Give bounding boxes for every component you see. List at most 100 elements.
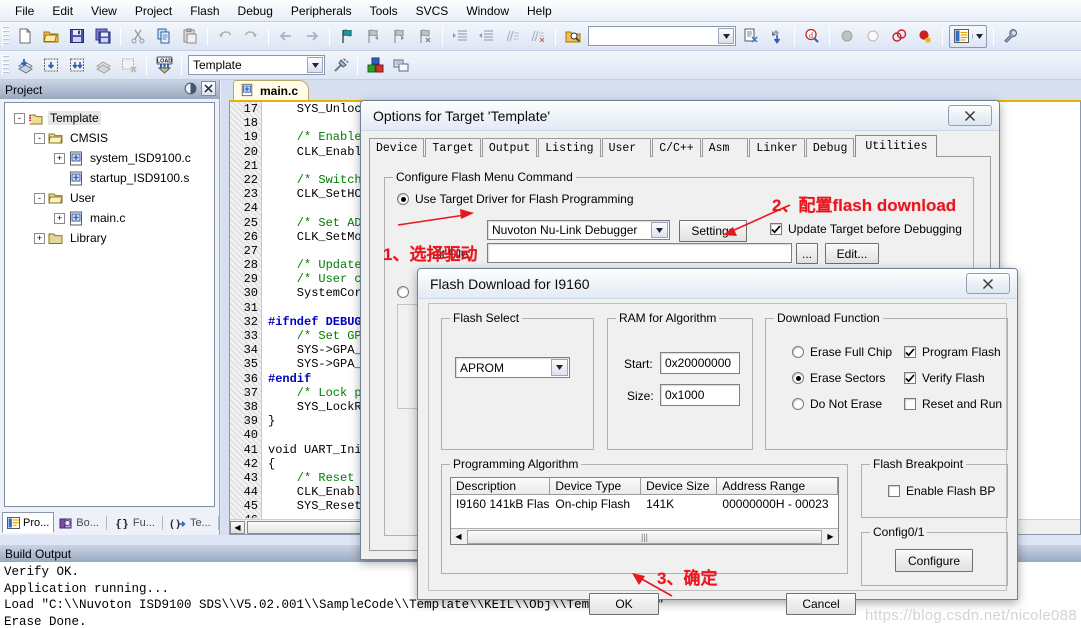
- menu-item-project[interactable]: Project: [126, 2, 181, 20]
- undo-icon[interactable]: [213, 25, 237, 48]
- find-combo[interactable]: [588, 26, 736, 46]
- table-row[interactable]: I9160 141kB Flas... On-chip Flash 141K 0…: [451, 495, 838, 512]
- tab-c-cpp[interactable]: C/C++: [652, 138, 701, 157]
- tab-device[interactable]: Device: [369, 138, 425, 157]
- menu-item-peripherals[interactable]: Peripherals: [282, 2, 361, 20]
- tab-templates[interactable]: () Te...: [165, 513, 216, 533]
- chevron-down-icon[interactable]: [307, 57, 323, 73]
- toolbar-grip[interactable]: [2, 55, 9, 75]
- cancel-button[interactable]: Cancel: [786, 593, 856, 615]
- flash-select-dropdown[interactable]: APROM: [455, 357, 570, 378]
- target-options-icon[interactable]: [328, 54, 352, 77]
- uncomment-lines-icon[interactable]: [526, 25, 550, 48]
- chevron-down-icon[interactable]: [972, 33, 986, 39]
- menu-item-help[interactable]: Help: [518, 2, 561, 20]
- erase-sectors-row[interactable]: Erase Sectors: [792, 371, 885, 385]
- menu-item-edit[interactable]: Edit: [43, 2, 82, 20]
- init-file-input[interactable]: [487, 243, 792, 263]
- chevron-down-icon[interactable]: [551, 359, 568, 376]
- use-target-driver-row[interactable]: Use Target Driver for Flash Programming: [397, 192, 634, 206]
- tab-listing[interactable]: Listing: [538, 138, 601, 157]
- bookmark-prev-icon[interactable]: [361, 25, 385, 48]
- batch-build-icon[interactable]: [91, 54, 115, 77]
- incremental-find-icon[interactable]: [765, 25, 789, 48]
- tree-item-system-isd9100-c[interactable]: + system_ISD9100.c: [8, 148, 211, 168]
- rebuild-all-icon[interactable]: [65, 54, 89, 77]
- enable-flash-bp-checkbox[interactable]: [888, 485, 900, 497]
- close-icon[interactable]: [201, 81, 216, 96]
- download-load-icon[interactable]: LOAD: [152, 54, 176, 77]
- verify-flash-row[interactable]: Verify Flash: [904, 371, 985, 385]
- reset-and-run-checkbox[interactable]: [904, 398, 916, 410]
- menu-item-svcs[interactable]: SVCS: [407, 2, 458, 20]
- manage-components-icon[interactable]: [363, 54, 387, 77]
- tree-item-main-c[interactable]: + main.c: [8, 208, 211, 228]
- tab-output[interactable]: Output: [481, 138, 538, 157]
- build-target-icon[interactable]: [39, 54, 63, 77]
- expander-icon[interactable]: -: [14, 112, 25, 124]
- scroll-right-icon[interactable]: ▶: [823, 530, 838, 544]
- window-manager-button[interactable]: [949, 24, 987, 48]
- tab-target[interactable]: Target: [425, 138, 481, 157]
- use-external-tool-radio[interactable]: [397, 286, 409, 298]
- update-target-row[interactable]: Update Target before Debugging: [770, 222, 962, 236]
- breakpoint-disabled-icon[interactable]: [835, 25, 859, 48]
- bookmark-clear-icon[interactable]: [413, 25, 437, 48]
- tree-item-cmsis[interactable]: - CMSIS: [8, 128, 211, 148]
- indent-decrease-icon[interactable]: [474, 25, 498, 48]
- reset-and-run-row[interactable]: Reset and Run: [904, 397, 1002, 411]
- indent-increase-icon[interactable]: [448, 25, 472, 48]
- column-header-description[interactable]: Description: [451, 478, 551, 495]
- breakpoint-empty-icon[interactable]: [861, 25, 885, 48]
- erase-full-chip-radio[interactable]: [792, 346, 804, 358]
- verify-flash-checkbox[interactable]: [904, 372, 916, 384]
- bookmark-next-icon[interactable]: [387, 25, 411, 48]
- erase-sectors-radio[interactable]: [792, 372, 804, 384]
- paste-icon[interactable]: [178, 25, 202, 48]
- tree-item-startup-isd9100-s[interactable]: startup_ISD9100.s: [8, 168, 211, 188]
- comment-lines-icon[interactable]: [500, 25, 524, 48]
- save-all-icon[interactable]: [91, 25, 115, 48]
- close-button[interactable]: [966, 273, 1010, 294]
- ok-button[interactable]: OK: [589, 593, 659, 615]
- tree-item-template[interactable]: - Template: [8, 108, 211, 128]
- save-icon[interactable]: [65, 25, 89, 48]
- expander-icon[interactable]: +: [54, 212, 65, 224]
- menu-item-flash[interactable]: Flash: [181, 2, 228, 20]
- program-flash-row[interactable]: Program Flash: [904, 345, 1001, 359]
- use-target-driver-radio[interactable]: [397, 193, 409, 205]
- tab-books[interactable]: Bo...: [54, 513, 104, 533]
- tab-linker[interactable]: Linker: [749, 138, 805, 157]
- menu-item-window[interactable]: Window: [457, 2, 518, 20]
- auto-hide-icon[interactable]: [183, 81, 198, 96]
- flash-driver-select[interactable]: Nuvoton Nu-Link Debugger: [487, 220, 670, 240]
- program-flash-checkbox[interactable]: [904, 346, 916, 358]
- debug-search-icon[interactable]: d: [800, 25, 824, 48]
- stop-build-icon[interactable]: [117, 54, 141, 77]
- init-file-edit-button[interactable]: Edit...: [825, 243, 879, 264]
- tree-item-library[interactable]: + Library: [8, 228, 211, 248]
- translate-file-icon[interactable]: [13, 54, 37, 77]
- expander-icon[interactable]: +: [34, 232, 45, 244]
- tab-debug[interactable]: Debug: [805, 138, 855, 157]
- settings-button[interactable]: Settings: [679, 220, 747, 242]
- breakpoint-kill-all-icon[interactable]: [913, 25, 937, 48]
- scroll-left-icon[interactable]: ◀: [451, 530, 466, 544]
- ram-start-input[interactable]: 0x20000000: [660, 352, 740, 374]
- cut-icon[interactable]: [126, 25, 150, 48]
- find-next-icon[interactable]: [739, 25, 763, 48]
- menu-item-file[interactable]: File: [6, 2, 43, 20]
- tab-asm[interactable]: Asm: [701, 138, 749, 157]
- configure-tools-icon[interactable]: [999, 25, 1023, 48]
- target-select[interactable]: Template: [188, 55, 325, 75]
- new-file-icon[interactable]: [13, 25, 37, 48]
- configure-button[interactable]: Configure: [895, 549, 973, 572]
- tab-project[interactable]: Pro...: [2, 512, 55, 533]
- column-header-device-size[interactable]: Device Size: [641, 478, 718, 495]
- erase-full-chip-row[interactable]: Erase Full Chip: [792, 345, 892, 359]
- scrollbar-thumb[interactable]: |||: [467, 529, 822, 544]
- manage-project-items-icon[interactable]: [389, 54, 413, 77]
- column-header-device-type[interactable]: Device Type: [550, 478, 642, 495]
- close-button[interactable]: [948, 105, 992, 126]
- ram-size-input[interactable]: 0x1000: [660, 384, 740, 406]
